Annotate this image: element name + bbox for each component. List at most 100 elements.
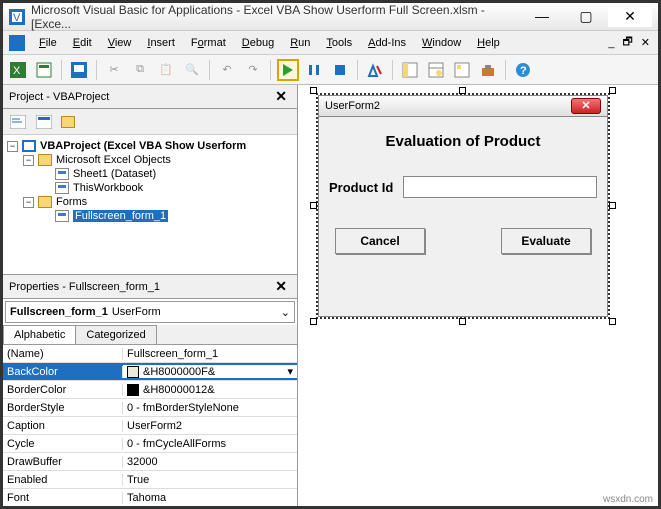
cancel-button[interactable]: Cancel — [335, 228, 425, 254]
property-value[interactable]: &H80000012& — [123, 384, 297, 396]
collapse-icon[interactable]: − — [23, 197, 34, 208]
form-designer[interactable]: UserForm2 ✕ Evaluation of Product Produc… — [298, 85, 658, 506]
menu-insert[interactable]: Insert — [139, 35, 183, 51]
color-swatch-icon — [127, 384, 139, 396]
run-icon[interactable] — [277, 59, 299, 81]
break-icon[interactable] — [303, 59, 325, 81]
evaluate-button[interactable]: Evaluate — [501, 228, 591, 254]
property-value[interactable]: True — [123, 474, 297, 486]
collapse-icon[interactable]: − — [7, 141, 18, 152]
property-value[interactable]: Fullscreen_form_1 — [123, 348, 297, 360]
object-browser-icon[interactable] — [451, 59, 473, 81]
project-toolbar — [3, 109, 297, 135]
menu-format[interactable]: Format — [183, 35, 234, 51]
tree-label: Sheet1 (Dataset) — [73, 168, 156, 180]
menu-file[interactable]: File — [31, 35, 65, 51]
object-selector-combo[interactable]: Fullscreen_form_1 UserForm ⌄ — [5, 301, 295, 323]
view-code-icon[interactable] — [7, 111, 29, 133]
object-type: UserForm — [112, 306, 161, 318]
tree-label: ThisWorkbook — [73, 182, 143, 194]
property-row[interactable]: (Name)Fullscreen_form_1 — [3, 345, 297, 363]
property-row[interactable]: BorderColor&H80000012& — [3, 381, 297, 399]
menu-view[interactable]: View — [100, 35, 140, 51]
property-name: Enabled — [3, 474, 123, 486]
collapse-icon[interactable]: − — [23, 155, 34, 166]
menu-help[interactable]: Help — [469, 35, 508, 51]
userform-body[interactable]: Evaluation of Product Product Id Cancel … — [318, 117, 608, 317]
toggle-folders-icon[interactable] — [59, 111, 81, 133]
property-row[interactable]: Cycle0 - fmCycleAllForms — [3, 435, 297, 453]
window-title: Microsoft Visual Basic for Applications … — [31, 3, 520, 31]
help-icon[interactable]: ? — [512, 59, 534, 81]
undo-icon[interactable]: ↶ — [216, 59, 238, 81]
toolbox-icon[interactable] — [477, 59, 499, 81]
property-value[interactable]: 32000 — [123, 456, 297, 468]
properties-panel-close-icon[interactable]: ✕ — [271, 278, 291, 295]
project-panel-close-icon[interactable]: ✕ — [271, 88, 291, 105]
properties-panel-title: Properties - Fullscreen_form_1 ✕ — [3, 275, 297, 299]
tree-root-label: VBAProject (Excel VBA Show Userform — [40, 140, 246, 152]
mdi-close[interactable]: ✕ — [637, 36, 654, 49]
tree-sheet1[interactable]: Sheet1 (Dataset) — [7, 167, 293, 181]
tree-thisworkbook[interactable]: ThisWorkbook — [7, 181, 293, 195]
close-button[interactable]: ✕ — [608, 7, 652, 27]
save-icon[interactable] — [68, 59, 90, 81]
project-tree[interactable]: − VBAProject (Excel VBA Show Userform − … — [3, 135, 297, 275]
minimize-button[interactable]: — — [520, 7, 564, 27]
folder-icon — [38, 196, 52, 208]
product-id-input[interactable] — [403, 176, 597, 198]
mdi-restore[interactable]: 🗗 — [618, 33, 636, 52]
system-menu-icon[interactable] — [9, 35, 25, 51]
property-row[interactable]: BorderStyle0 - fmBorderStyleNone — [3, 399, 297, 417]
menu-run[interactable]: Run — [282, 35, 318, 51]
tree-project-root[interactable]: − VBAProject (Excel VBA Show Userform — [7, 139, 293, 153]
tab-categorized[interactable]: Categorized — [75, 325, 156, 344]
userform-icon — [55, 210, 69, 222]
paste-icon[interactable]: 📋 — [155, 59, 177, 81]
userform-titlebar: UserForm2 ✕ — [318, 95, 608, 117]
property-row[interactable]: DrawBuffer32000 — [3, 453, 297, 471]
tab-alphabetic[interactable]: Alphabetic — [3, 325, 76, 344]
reset-icon[interactable] — [329, 59, 351, 81]
maximize-button[interactable]: ▢ — [564, 7, 608, 27]
property-value[interactable]: 0 - fmCycleAllForms — [123, 438, 297, 450]
toolbar: X ✂ ⧉ 📋 🔍 ↶ ↷ ? — [3, 55, 658, 85]
window-titlebar: V Microsoft Visual Basic for Application… — [3, 3, 658, 31]
view-excel-icon[interactable]: X — [7, 59, 29, 81]
property-name: BackColor — [3, 366, 123, 378]
cut-icon[interactable]: ✂ — [103, 59, 125, 81]
property-row[interactable]: CaptionUserForm2 — [3, 417, 297, 435]
menu-addins[interactable]: Add-Ins — [360, 35, 414, 51]
tree-excel-objects[interactable]: − Microsoft Excel Objects — [7, 153, 293, 167]
tree-forms-folder[interactable]: − Forms — [7, 195, 293, 209]
redo-icon[interactable]: ↷ — [242, 59, 264, 81]
menu-tools[interactable]: Tools — [318, 35, 360, 51]
menu-edit[interactable]: Edit — [65, 35, 100, 51]
dropdown-icon[interactable]: ▾ — [287, 365, 293, 378]
properties-window-icon[interactable] — [425, 59, 447, 81]
property-row[interactable]: BackColor&H8000000F&▾ — [3, 363, 297, 381]
design-mode-icon[interactable] — [364, 59, 386, 81]
property-value[interactable]: Tahoma — [123, 492, 297, 504]
properties-grid[interactable]: (Name)Fullscreen_form_1BackColor&H800000… — [3, 345, 297, 506]
copy-icon[interactable]: ⧉ — [129, 59, 151, 81]
property-value[interactable]: &H8000000F&▾ — [123, 365, 297, 378]
find-icon[interactable]: 🔍 — [181, 59, 203, 81]
property-row[interactable]: EnabledTrue — [3, 471, 297, 489]
userform-canvas[interactable]: UserForm2 ✕ Evaluation of Product Produc… — [318, 95, 608, 317]
app-icon: V — [9, 9, 25, 25]
project-explorer-icon[interactable] — [399, 59, 421, 81]
property-value[interactable]: 0 - fmBorderStyleNone — [123, 402, 297, 414]
property-value[interactable]: UserForm2 — [123, 420, 297, 432]
property-row[interactable]: FontTahoma — [3, 489, 297, 506]
property-name: BorderColor — [3, 384, 123, 396]
tree-form1[interactable]: Fullscreen_form_1 — [7, 209, 293, 223]
userform-close-icon[interactable]: ✕ — [571, 98, 601, 114]
menu-window[interactable]: Window — [414, 35, 469, 51]
chevron-down-icon: ⌄ — [281, 306, 290, 319]
menu-debug[interactable]: Debug — [234, 35, 282, 51]
properties-tabs: Alphabetic Categorized — [3, 325, 297, 345]
mdi-minimize[interactable]: _ — [604, 37, 618, 49]
view-object-icon[interactable] — [33, 111, 55, 133]
insert-module-icon[interactable] — [33, 59, 55, 81]
